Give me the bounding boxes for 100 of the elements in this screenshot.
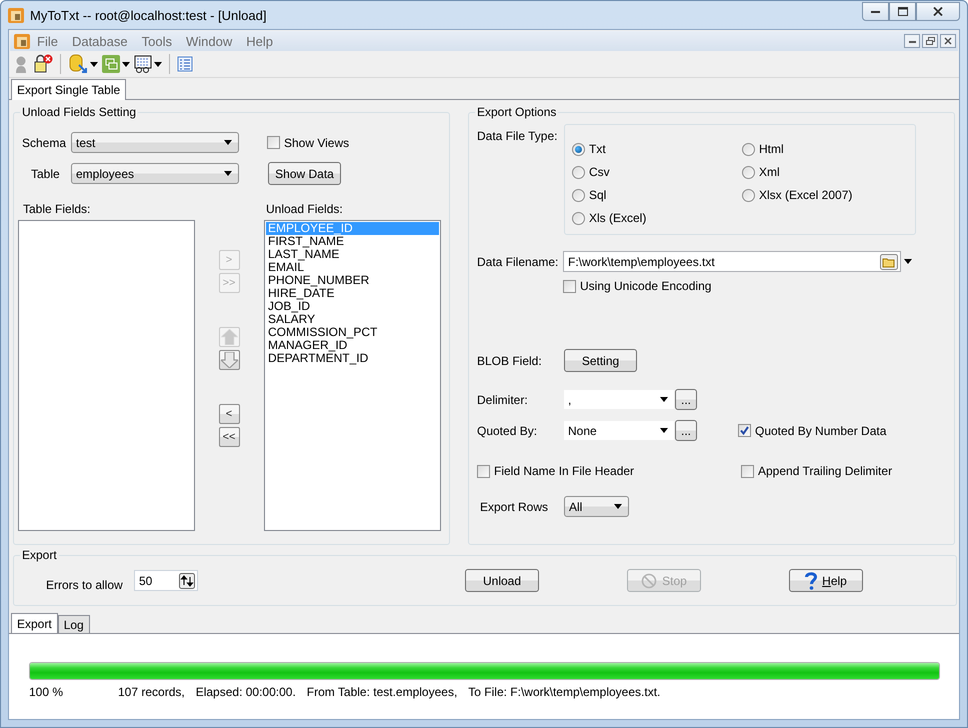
menu-item[interactable]: Database: [64, 34, 135, 48]
caret-icon: [904, 259, 912, 264]
checkbox-label: Using Unicode Encoding: [580, 279, 712, 293]
caret-icon: [224, 171, 232, 176]
radio-label: Txt: [589, 142, 606, 156]
tab[interactable]: Export: [11, 613, 58, 634]
database-export-icon[interactable]: [68, 54, 88, 74]
close-button[interactable]: [916, 2, 960, 21]
windows-icon[interactable]: [102, 55, 120, 73]
minimize-icon: [871, 10, 880, 13]
list-item[interactable]: LAST_NAME: [266, 248, 439, 261]
field-label: Schema: [22, 136, 68, 150]
list-item[interactable]: EMAIL: [266, 261, 439, 274]
radio-button[interactable]: [742, 142, 755, 156]
radio-button[interactable]: [742, 166, 755, 178]
checkbox[interactable]: [738, 424, 751, 437]
checkbox-label: Append Trailing Delimiter: [758, 464, 892, 478]
maximize-icon: [898, 7, 908, 16]
dropdown[interactable]: ,: [563, 389, 675, 410]
ellipsis-button[interactable]: ...: [675, 389, 697, 410]
close-icon: [944, 37, 952, 45]
list-label: Table Fields:: [22, 202, 92, 216]
percent-text: 100 %: [29, 685, 64, 699]
menu-item[interactable]: Help: [239, 34, 280, 48]
app-icon: [14, 33, 30, 49]
radio-label: Xml: [759, 165, 780, 179]
help-button[interactable]: Help: [789, 569, 863, 592]
radio-label: Xls (Excel): [589, 211, 646, 225]
status-text: 107 records,: [118, 685, 185, 699]
field-label: Data File Type:: [477, 129, 558, 143]
radio-button[interactable]: [572, 166, 585, 178]
menu-item[interactable]: Window: [178, 34, 240, 48]
list-item[interactable]: JOB_ID: [266, 300, 439, 313]
maximize-button[interactable]: [889, 2, 916, 21]
radio-button[interactable]: [742, 188, 755, 202]
spin-arrows-icon: [179, 572, 195, 588]
spin-field[interactable]: 50: [134, 570, 198, 591]
list-label: Unload Fields:: [266, 202, 343, 216]
checkbox[interactable]: [563, 280, 576, 292]
filename-field[interactable]: F:\work\temp\employees.txt: [563, 251, 901, 272]
dropdown[interactable]: test: [71, 132, 239, 153]
list-item[interactable]: PHONE_NUMBER: [266, 274, 439, 287]
checkbox-label: Field Name In File Header: [494, 464, 634, 478]
list-item[interactable]: HIRE_DATE: [266, 287, 439, 300]
tab[interactable]: Export Single Table: [11, 79, 126, 100]
radio-button[interactable]: [572, 212, 585, 224]
dropdown-caret-icon: [122, 62, 130, 66]
close-button[interactable]: [940, 34, 956, 48]
list-item[interactable]: FIRST_NAME: [266, 235, 439, 248]
list-box[interactable]: EMPLOYEE_ID FIRST_NAME LAST_NAME EMAIL PHONE_NUMBER HIRE_DATE JOB_ID SALARY COMMISSION_PCT MANAGER_ID DEPARTMENT_ID: [264, 220, 441, 531]
show-data-button[interactable]: Show Data: [268, 162, 341, 185]
radio-button[interactable]: [572, 142, 585, 156]
move-down-button[interactable]: [218, 350, 240, 370]
minimize-button[interactable]: [862, 2, 889, 21]
dropdown-caret-icon: [154, 62, 162, 66]
dropdown[interactable]: employees: [71, 163, 239, 184]
unload-button[interactable]: Unload: [465, 569, 539, 592]
list-item[interactable]: DEPARTMENT_ID: [266, 352, 439, 365]
radio-label: Csv: [589, 165, 610, 179]
monitor-icon[interactable]: [134, 55, 152, 73]
tab[interactable]: Log: [58, 615, 90, 633]
status-text: To File: F:\work\temp\employees.txt.: [468, 685, 660, 699]
field-label: Data Filename:: [477, 254, 560, 268]
status-text: Elapsed: 00:00:00.: [196, 685, 296, 699]
radio-button[interactable]: [572, 188, 585, 202]
move-button[interactable]: <: [218, 404, 240, 424]
arrow-down-icon: [220, 352, 238, 368]
move-button[interactable]: <<: [218, 427, 240, 447]
ellipsis-button[interactable]: ...: [675, 420, 697, 441]
restore-button[interactable]: [922, 34, 938, 48]
folder-icon: [880, 254, 898, 270]
radio-label: Xlsx (Excel 2007): [759, 188, 852, 202]
list-item[interactable]: MANAGER_ID: [266, 339, 439, 352]
disconnect-icon[interactable]: [33, 53, 53, 75]
checkbox[interactable]: [741, 464, 754, 478]
arrow-up-icon: [220, 329, 238, 345]
dropdown[interactable]: All: [564, 496, 629, 517]
restore-icon: [926, 37, 934, 45]
field-label: Export Rows: [479, 500, 550, 514]
group-title: Export: [21, 548, 58, 562]
question-mark-icon: [805, 572, 818, 590]
list-item[interactable]: SALARY: [266, 313, 439, 326]
checkbox[interactable]: [477, 464, 490, 478]
window-title: MyToTxt -- root@localhost:test - [Unload]: [30, 8, 266, 22]
checkbox[interactable]: [267, 136, 280, 149]
status-text: From Table: test.employees,: [306, 685, 458, 699]
field-label: Table: [30, 166, 61, 180]
setting-button[interactable]: Setting: [564, 349, 637, 372]
dropdown-caret-icon: [90, 62, 98, 66]
minimize-icon: [908, 40, 916, 42]
field-label: BLOB Field:: [477, 354, 543, 368]
checkbox-label: Show Views: [284, 136, 350, 150]
checkbox-label: Quoted By Number Data: [755, 424, 886, 438]
field-label: Quoted By:: [477, 424, 538, 438]
minimize-button[interactable]: [904, 34, 920, 48]
caret-icon: [614, 504, 622, 509]
list-item[interactable]: COMMISSION_PCT: [266, 326, 439, 339]
menu-item[interactable]: Tools: [134, 34, 179, 48]
dropdown[interactable]: None: [563, 420, 675, 441]
menu-item[interactable]: File: [30, 34, 65, 48]
